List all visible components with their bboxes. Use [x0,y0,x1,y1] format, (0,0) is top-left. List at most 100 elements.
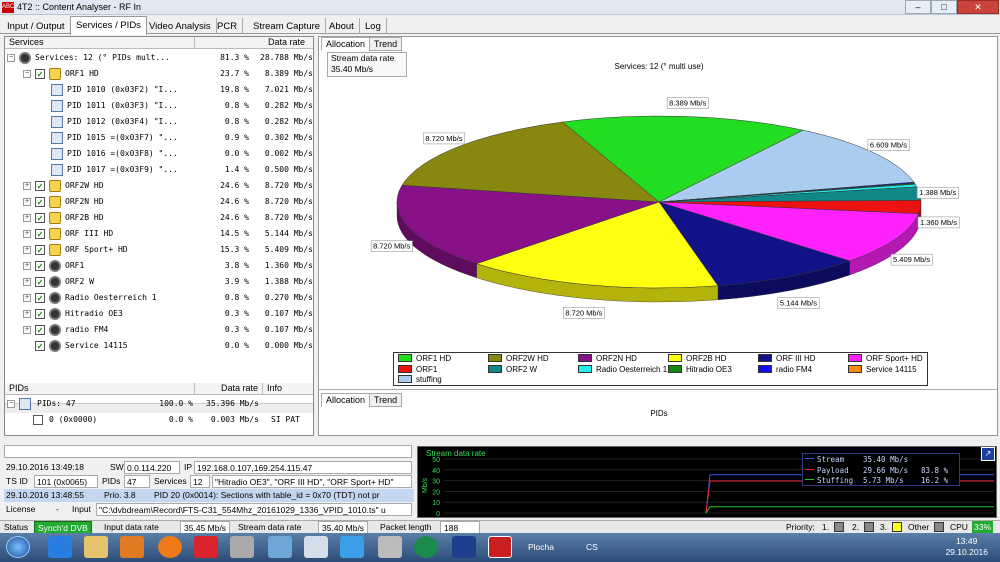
tab-allocation[interactable]: Allocation [321,37,371,51]
service-checkbox[interactable]: ✓ [35,69,45,79]
service-row[interactable]: PID 1016 =(0x03F8) "... 0.0 % 0.002 Mb/s [5,146,313,162]
start-button-icon[interactable] [6,536,30,558]
service-checkbox[interactable]: ✓ [35,309,45,319]
network-icon[interactable] [268,536,292,558]
cloud-icon[interactable] [340,536,364,558]
tab-allocation-pids[interactable]: Allocation [321,393,371,407]
service-checkbox[interactable]: ✓ [35,277,45,287]
language-indicator[interactable]: CS [586,542,598,552]
service-row[interactable]: + ✓ Hitradio OE3 0.3 % 0.107 Mb/s [5,306,313,322]
maximize-button[interactable]: □ [931,0,957,14]
service-row[interactable]: PID 1010 (0x03F2) "I... 19.8 % 7.021 Mb/s [5,82,313,98]
service-row[interactable]: ✓ Service 14115 0.0 % 0.000 Mb/s [5,338,313,354]
expand-toggle-icon[interactable]: + [23,262,31,270]
tab-stream-capture[interactable]: Stream Capture [248,18,327,34]
graph-legend-value: 35.40 Mb/s [863,455,909,464]
app-w-icon[interactable] [194,536,218,558]
service-row[interactable]: + ✓ radio FM4 0.3 % 0.107 Mb/s [5,322,313,338]
expand-toggle-icon[interactable]: + [23,198,31,206]
services-column-header[interactable]: Services [5,37,195,49]
service-row[interactable]: + ✓ ORF2N HD 24.6 % 8.720 Mb/s [5,194,313,210]
expand-toggle-icon[interactable]: + [23,278,31,286]
tools-icon[interactable] [230,536,254,558]
tab-trend-pids[interactable]: Trend [369,393,403,407]
service-percent: 14.5 % [220,229,249,238]
file-explorer-icon[interactable] [84,536,108,558]
pids-column-header[interactable]: PIDs [5,383,195,395]
service-row[interactable]: − Services: 12 (° PIDs mult... 81.3 % 28.78… [5,50,313,66]
expand-toggle-icon[interactable]: + [23,294,31,302]
expand-toggle-icon[interactable]: + [23,182,31,190]
firefox-icon[interactable] [158,536,182,558]
device-icon[interactable] [378,536,402,558]
green-app-icon[interactable] [414,536,438,558]
service-checkbox[interactable]: ✓ [35,197,45,207]
service-row[interactable]: + ✓ ORF2 W 3.9 % 1.388 Mb/s [5,274,313,290]
taskbar-clock[interactable]: 13:49 29.10.2016 [945,536,988,558]
expand-toggle-icon[interactable]: + [23,326,31,334]
service-row[interactable]: + ✓ ORF2W HD 24.6 % 8.720 Mb/s [5,178,313,194]
svg-text:5.144 Mb/s: 5.144 Mb/s [780,299,817,308]
service-name: ORF2 W [65,277,94,286]
service-row[interactable]: + ✓ ORF Sport+ HD 15.3 % 5.409 Mb/s [5,242,313,258]
expand-toggle-icon[interactable]: − [23,70,31,78]
service-checkbox[interactable]: ✓ [35,325,45,335]
service-row[interactable]: PID 1015 =(0x03F7) "... 0.9 % 0.302 Mb/s [5,130,313,146]
graph-zoom-icon[interactable]: ↗ [981,447,995,461]
calculator-icon[interactable] [304,536,328,558]
tab-about[interactable]: About [324,18,360,34]
service-checkbox[interactable]: ✓ [35,341,45,351]
internet-explorer-icon[interactable] [48,536,72,558]
expand-toggle-icon[interactable]: + [23,214,31,222]
service-checkbox[interactable]: ✓ [35,245,45,255]
search-field[interactable] [4,445,412,458]
tab-log[interactable]: Log [360,18,387,34]
tab-input-output[interactable]: Input / Output [2,18,71,34]
service-row[interactable]: + ✓ Radio Oesterreich 1 0.8 % 0.270 Mb/s [5,290,313,306]
service-checkbox[interactable]: ✓ [35,229,45,239]
save-icon[interactable] [452,536,476,558]
media-player-icon[interactable] [120,536,144,558]
service-row[interactable]: PID 1011 (0x03F3) "I... 0.8 % 0.282 Mb/s [5,98,313,114]
ip-address: 192.168.0.107,169.254.115.47 [194,461,412,474]
tab-video-analysis[interactable]: Video Analysis [144,18,217,34]
data-rate-column-header[interactable]: Data rate [195,37,311,49]
service-name: ORF1 HD [65,69,99,78]
service-row[interactable]: + ✓ ORF2B HD 24.6 % 8.720 Mb/s [5,210,313,226]
pie-slice-label: 6.609 Mb/s [867,139,910,151]
tab-pcr[interactable]: PCR [212,18,244,34]
expand-toggle-icon[interactable]: + [23,310,31,318]
minimize-button[interactable]: – [905,0,931,14]
service-checkbox[interactable]: ✓ [35,293,45,303]
message-text[interactable]: PID 20 (0x0014): Sections with table_id … [152,489,380,502]
service-percent: 3.8 % [224,261,249,270]
legend-label: stuffing [416,375,442,384]
desktop-label[interactable]: Plocha [528,542,554,552]
service-row[interactable]: + ✓ ORF1 3.8 % 1.360 Mb/s [5,258,313,274]
panel-splitter[interactable] [319,389,997,390]
service-row[interactable]: PID 1017 =(0x03F9) "... 1.4 % 0.500 Mb/s [5,162,313,178]
service-checkbox[interactable]: ✓ [35,213,45,223]
service-row[interactable]: + ✓ ORF III HD 14.5 % 5.144 Mb/s [5,226,313,242]
pid-row[interactable]: 0 (0x0000) 0.0 % 0.003 Mb/s SI PAT [5,412,311,428]
input-file: "C:\dvbdream\Record\FTS-C31_554Mhz_20161… [96,503,412,516]
pid-percent: 100.0 % [159,399,193,408]
service-checkbox[interactable]: ✓ [35,261,45,271]
pids-info-column-header[interactable]: Info [263,383,311,395]
legend-label: ORF2N HD [596,354,637,363]
close-button[interactable]: ✕ [957,0,999,14]
expand-toggle-icon[interactable]: − [7,54,15,62]
pid-checkbox[interactable] [33,415,43,425]
expand-toggle-icon[interactable]: + [23,230,31,238]
expand-toggle-icon[interactable]: + [23,246,31,254]
service-row[interactable]: − ✓ ORF1 HD 23.7 % 8.389 Mb/s [5,66,313,82]
expand-toggle-icon[interactable]: − [7,400,15,408]
tab-trend[interactable]: Trend [369,37,403,51]
abc-app-icon[interactable] [488,536,512,558]
pid-row[interactable]: − PIDs: 47 100.0 % 35.396 Mb/s [5,396,311,412]
service-checkbox[interactable]: ✓ [35,181,45,191]
tab-services-pids[interactable]: Services / PIDs [70,16,147,35]
service-rate: 0.500 Mb/s [264,165,313,174]
pids-rate-column-header[interactable]: Data rate [195,383,263,395]
service-row[interactable]: PID 1012 (0x03F4) "I... 0.8 % 0.282 Mb/s [5,114,313,130]
